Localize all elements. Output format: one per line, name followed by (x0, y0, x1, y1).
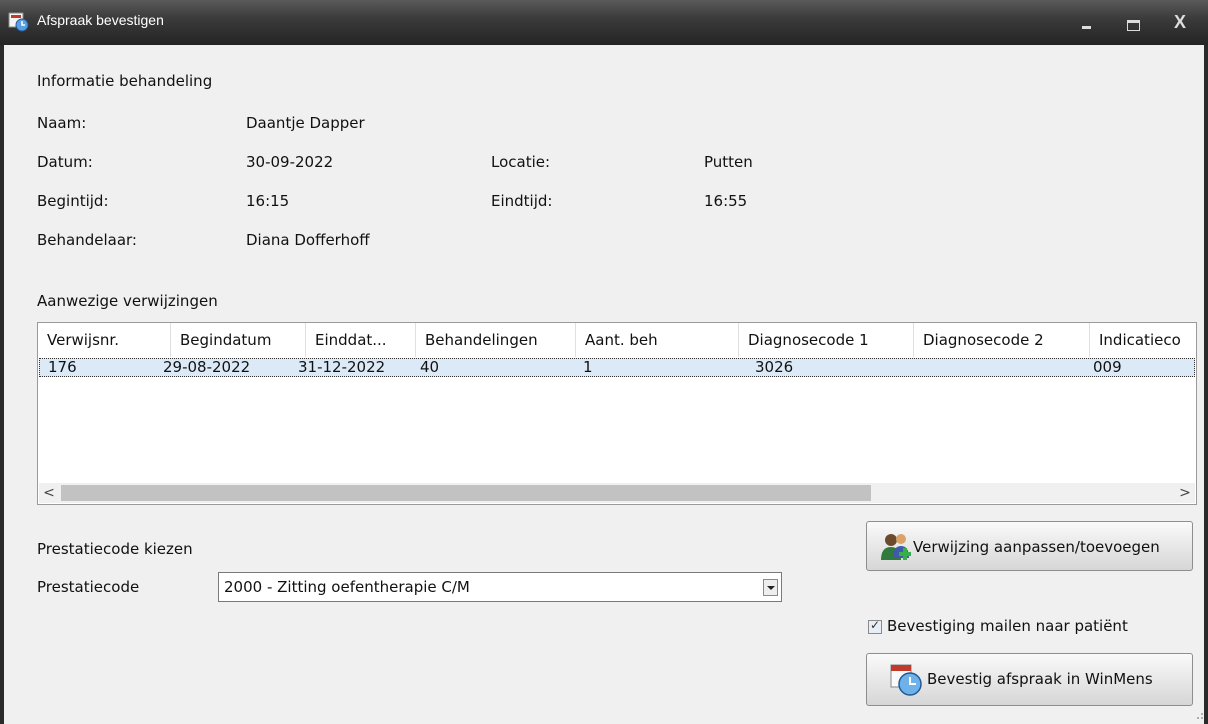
prestatiecode-select[interactable]: 2000 - Zitting oefentherapie C/M (218, 572, 782, 602)
users-add-icon (881, 534, 911, 560)
window-border-left (0, 45, 4, 724)
datum-label: Datum: (37, 153, 93, 171)
referrals-listview[interactable]: Verwijsnr. Begindatum Einddat... Behande… (37, 322, 1197, 505)
scrollbar-thumb[interactable] (61, 485, 871, 501)
datum-value: 30-09-2022 (246, 153, 334, 171)
cell-indicatiecode: 009 (1093, 358, 1122, 376)
window-title: Afspraak bevestigen (37, 12, 164, 28)
verwijzing-aanpassen-button[interactable]: Verwijzing aanpassen/toevoegen (866, 521, 1193, 571)
cell-verwijsnr: 176 (48, 358, 77, 376)
cell-behandelingen: 40 (420, 358, 440, 376)
scroll-left-arrow-icon[interactable]: < (39, 483, 59, 503)
column-header-einddatum[interactable]: Einddat... (306, 323, 416, 357)
behandelaar-label: Behandelaar: (37, 231, 137, 249)
prestatiecode-selected-value: 2000 - Zitting oefentherapie C/M (224, 578, 470, 596)
minimize-button[interactable] (1074, 10, 1100, 34)
bevestig-afspraak-button[interactable]: Bevestig afspraak in WinMens (866, 653, 1193, 706)
locatie-label: Locatie: (491, 153, 551, 171)
close-button[interactable]: X (1167, 10, 1193, 34)
column-header-diagnosecode-2[interactable]: Diagnosecode 2 (914, 323, 1090, 357)
prestatie-section-title: Prestatiecode kiezen (37, 540, 193, 558)
bevestig-button-label: Bevestig afspraak in WinMens (927, 670, 1153, 688)
verwijzing-button-label: Verwijzing aanpassen/toevoegen (913, 538, 1160, 556)
column-header-aant-beh[interactable]: Aant. beh (576, 323, 739, 357)
naam-label: Naam: (37, 114, 87, 132)
locatie-value: Putten (704, 153, 753, 171)
naam-value: Daantje Dapper (246, 114, 365, 132)
mail-confirmation-label[interactable]: Bevestiging mailen naar patiënt (887, 617, 1128, 635)
scroll-right-arrow-icon[interactable]: > (1175, 483, 1195, 503)
column-header-diagnosecode-1[interactable]: Diagnosecode 1 (739, 323, 914, 357)
begintijd-label: Begintijd: (37, 192, 109, 210)
minimize-icon (1082, 26, 1091, 29)
maximize-icon (1127, 20, 1140, 31)
cell-einddatum: 31-12-2022 (298, 358, 386, 376)
eindtijd-value: 16:55 (704, 192, 748, 210)
behandelaar-value: Diana Dofferhoff (246, 231, 370, 249)
column-header-begindatum[interactable]: Begindatum (171, 323, 306, 357)
info-section-title: Informatie behandeling (37, 72, 213, 90)
referrals-section-title: Aanwezige verwijzingen (37, 292, 218, 310)
window-border-right (1204, 45, 1208, 724)
column-header-verwijsnr[interactable]: Verwijsnr. (38, 323, 171, 357)
prestatiecode-label: Prestatiecode (37, 578, 140, 596)
cell-begindatum: 29-08-2022 (163, 358, 251, 376)
eindtijd-label: Eindtijd: (491, 192, 553, 210)
mail-confirmation-checkbox[interactable] (868, 618, 882, 634)
resize-grip-icon[interactable] (1192, 708, 1204, 720)
cell-diagnosecode-1: 3026 (755, 358, 794, 376)
dialog-window: Afspraak bevestigen X Informatie behande… (0, 0, 1208, 724)
maximize-button[interactable] (1120, 10, 1146, 34)
begintijd-value: 16:15 (246, 192, 290, 210)
listview-header: Verwijsnr. Begindatum Einddat... Behande… (38, 323, 1196, 357)
app-icon (8, 12, 29, 32)
chevron-down-icon[interactable] (763, 579, 778, 596)
column-header-indicatiecode[interactable]: Indicatieco (1090, 323, 1196, 357)
calendar-clock-icon (890, 664, 922, 696)
column-header-behandelingen[interactable]: Behandelingen (416, 323, 576, 357)
table-row[interactable]: 176 29-08-2022 31-12-2022 40 1 3026 009 (39, 358, 1195, 377)
horizontal-scrollbar[interactable]: < > (39, 483, 1195, 503)
cell-aant-beh: 1 (583, 358, 593, 376)
title-bar[interactable]: Afspraak bevestigen X (0, 0, 1208, 45)
